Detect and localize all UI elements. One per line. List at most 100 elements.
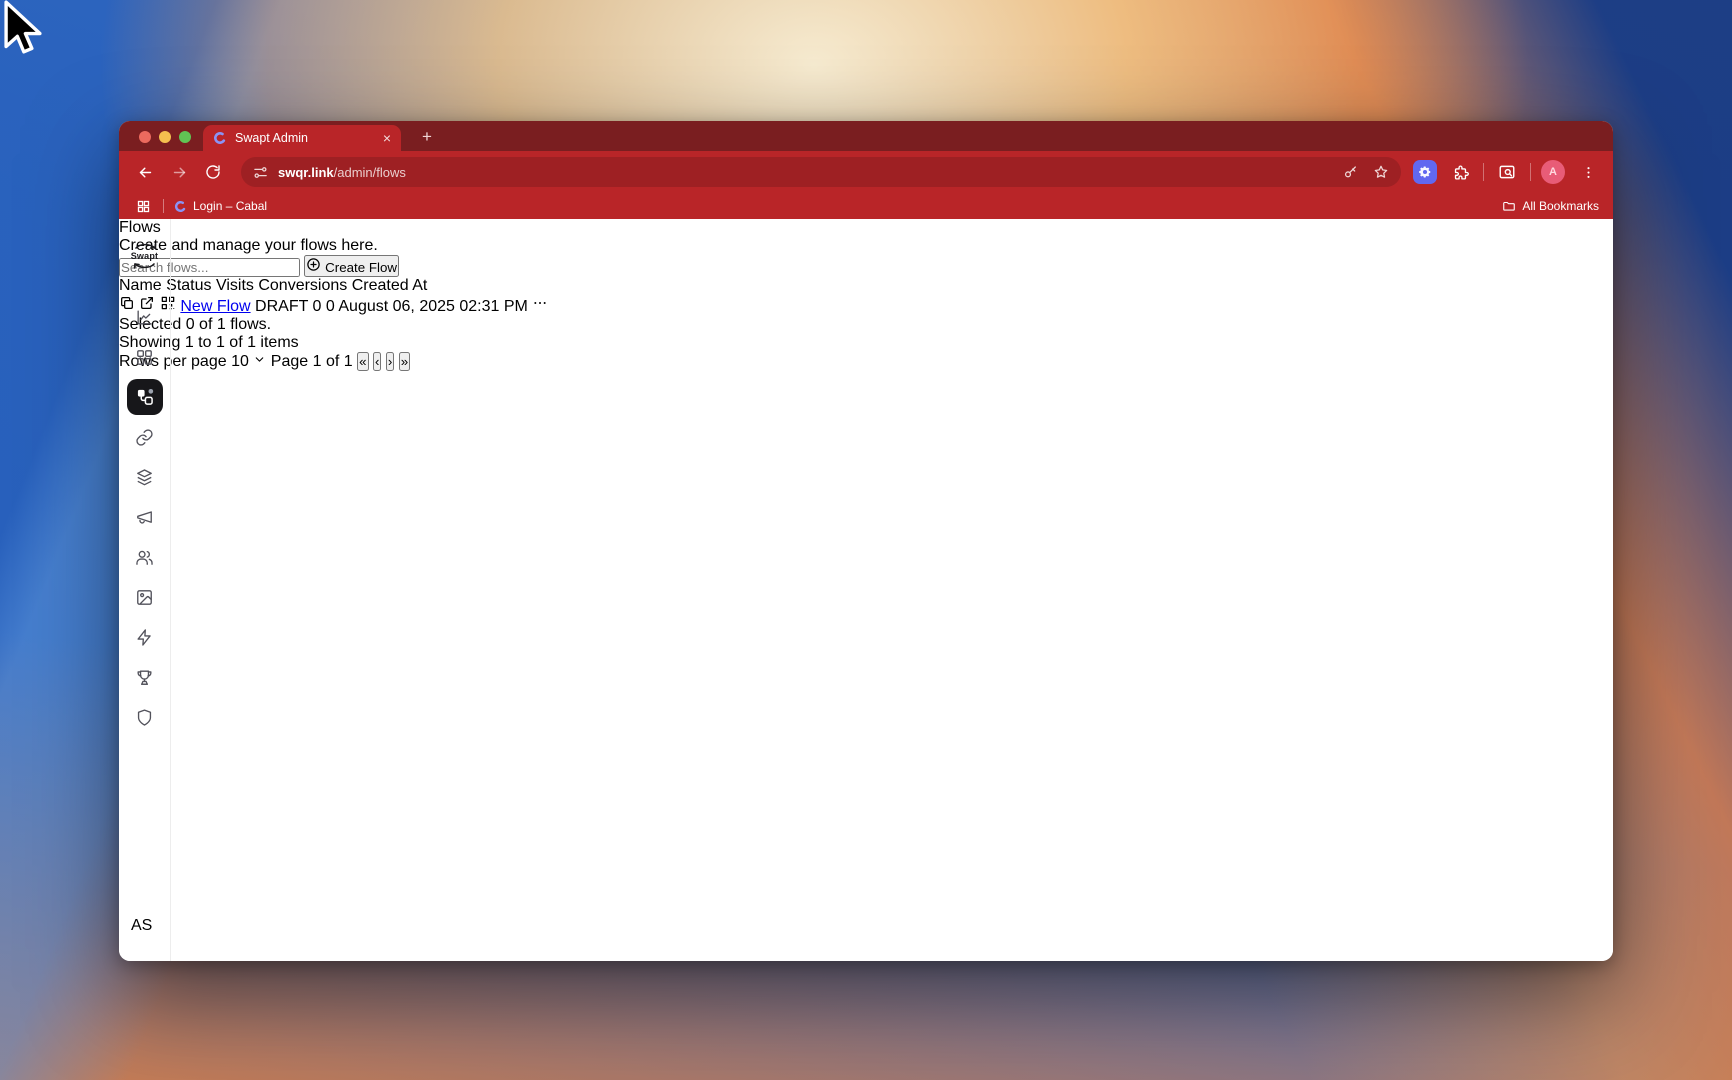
layers-icon bbox=[137, 468, 152, 485]
sidebar-item-links[interactable] bbox=[133, 425, 157, 449]
sidebar-item-rewards[interactable] bbox=[133, 665, 157, 689]
bookmarks-separator bbox=[163, 199, 164, 213]
folder-icon bbox=[1503, 201, 1516, 211]
browser-menu-icon[interactable] bbox=[1575, 159, 1601, 185]
forward-icon[interactable] bbox=[165, 158, 193, 186]
sidebar-item-campaigns[interactable] bbox=[133, 505, 157, 529]
side-panel-search-icon[interactable] bbox=[1494, 159, 1520, 185]
rows-per-page-select[interactable]: 10 bbox=[231, 353, 271, 370]
bookmark-login-cabal[interactable]: Login – Cabal bbox=[174, 199, 267, 213]
plus-circle-icon bbox=[307, 258, 321, 271]
back-icon[interactable] bbox=[131, 158, 159, 186]
create-flow-button[interactable]: Create Flow bbox=[304, 255, 400, 277]
table-footer: Selected 0 of 1 flows. Showing 1 to 1 of… bbox=[119, 316, 1613, 371]
table-header-row: Name Status Visits Conversions Created A… bbox=[119, 277, 1613, 295]
user-avatar[interactable]: AS bbox=[131, 917, 159, 945]
url-text: swqr.link/admin/flows bbox=[278, 165, 1343, 180]
url-path: /admin/flows bbox=[333, 164, 406, 180]
browser-toolbar: swqr.link/admin/flows A bbox=[119, 151, 1613, 193]
create-flow-label: Create Flow bbox=[325, 260, 398, 275]
bookmark-favicon-icon bbox=[174, 200, 187, 212]
row-actions-menu-icon[interactable] bbox=[532, 298, 548, 315]
table-row: New Flow DRAFT 0 0 August 06, 2025 02:31… bbox=[119, 295, 1613, 316]
selected-count-text: Selected 0 of 1 flows. bbox=[119, 316, 272, 333]
sidebar-item-users[interactable] bbox=[133, 545, 157, 569]
sidebar-item-security[interactable] bbox=[133, 705, 157, 729]
extensions-puzzle-icon[interactable] bbox=[1447, 159, 1473, 185]
last-page-button[interactable]: » bbox=[398, 352, 411, 371]
grid-icon bbox=[137, 349, 152, 365]
toolbar-right: A bbox=[1413, 159, 1601, 185]
sidebar-item-layers[interactable] bbox=[133, 465, 157, 489]
toolbar-separator bbox=[1530, 163, 1531, 181]
browser-profile-avatar[interactable]: A bbox=[1541, 160, 1565, 184]
tab-close-icon[interactable]: × bbox=[383, 131, 391, 145]
maximize-window-button[interactable] bbox=[179, 131, 191, 143]
minimize-window-button[interactable] bbox=[159, 131, 171, 143]
window-controls bbox=[139, 131, 191, 143]
link-icon bbox=[136, 428, 153, 446]
trophy-icon bbox=[137, 669, 152, 685]
sidebar-nav bbox=[126, 305, 163, 729]
showing-count-text: Showing 1 to 1 of 1 items bbox=[119, 334, 299, 351]
browser-window: Swapt Admin × + swqr.link/admin/flows A … bbox=[119, 121, 1613, 961]
sidebar-item-dashboard[interactable] bbox=[133, 345, 157, 369]
shield-icon bbox=[137, 708, 152, 726]
close-window-button[interactable] bbox=[139, 131, 151, 143]
col-header-visits: Visits bbox=[215, 277, 254, 294]
bookmarks-bar: Login – Cabal All Bookmarks bbox=[119, 193, 1613, 219]
rows-per-page-value: 10 bbox=[231, 353, 249, 370]
address-bar[interactable]: swqr.link/admin/flows bbox=[241, 157, 1401, 187]
logo-arcs-icon bbox=[133, 243, 156, 269]
col-header-status: Status bbox=[166, 277, 212, 294]
url-host: swqr.link bbox=[278, 164, 334, 180]
col-header-created-at: Created At bbox=[351, 277, 428, 294]
status-badge: DRAFT bbox=[255, 298, 309, 315]
app-sidebar: Swapt AS bbox=[119, 219, 171, 961]
first-page-button[interactable]: « bbox=[357, 352, 369, 371]
conversions-value: 0 bbox=[325, 298, 335, 315]
tab-strip: Swapt Admin × + bbox=[119, 121, 1613, 151]
swapt-logo[interactable]: Swapt bbox=[126, 237, 164, 275]
password-key-icon[interactable] bbox=[1343, 164, 1359, 180]
tab-title: Swapt Admin bbox=[235, 131, 308, 145]
flows-card-header: Flows Create and manage your flows here. bbox=[119, 219, 1613, 255]
chevron-down-icon bbox=[253, 353, 270, 370]
all-bookmarks-label: All Bookmarks bbox=[1522, 199, 1599, 213]
workflow-icon bbox=[137, 389, 153, 405]
sidebar-item-media[interactable] bbox=[133, 585, 157, 609]
page-subtitle: Create and manage your flows here. bbox=[119, 237, 378, 254]
flow-name-link[interactable]: New Flow bbox=[180, 298, 250, 315]
prev-page-button[interactable]: ‹ bbox=[372, 352, 382, 371]
extension-gear-icon[interactable] bbox=[1413, 160, 1437, 184]
mouse-cursor bbox=[4, 0, 42, 54]
table-actions-row: Create Flow bbox=[119, 255, 1613, 277]
new-tab-button[interactable]: + bbox=[415, 125, 439, 149]
tab-favicon-icon bbox=[214, 132, 226, 144]
line-chart-icon bbox=[137, 309, 152, 325]
apps-grid-icon[interactable] bbox=[133, 196, 153, 216]
flows-card-body: Create Flow Name Status Visits Conversio… bbox=[119, 255, 1613, 371]
pagination-controls: Rows per page 10 Page 1 of 1 « ‹ › » bbox=[119, 352, 1613, 371]
bookmark-label: Login – Cabal bbox=[193, 199, 268, 213]
sidebar-item-integrations[interactable] bbox=[133, 625, 157, 649]
flows-card: Flows Create and manage your flows here.… bbox=[119, 219, 1613, 371]
zap-icon bbox=[137, 628, 151, 646]
col-header-conversions: Conversions bbox=[258, 277, 348, 294]
users-icon bbox=[136, 550, 153, 565]
created-at-value: August 06, 2025 02:31 PM bbox=[338, 298, 528, 315]
next-page-button[interactable]: › bbox=[385, 352, 395, 371]
sidebar-item-flows[interactable] bbox=[126, 379, 163, 415]
toolbar-separator bbox=[1483, 163, 1484, 181]
reload-icon[interactable] bbox=[199, 158, 227, 186]
all-bookmarks-button[interactable]: All Bookmarks bbox=[1502, 199, 1599, 213]
main-area: Flows Create and manage your flows here.… bbox=[119, 219, 1613, 371]
megaphone-icon bbox=[137, 510, 152, 524]
site-settings-icon[interactable] bbox=[253, 165, 268, 180]
flows-table: Name Status Visits Conversions Created A… bbox=[119, 277, 1613, 316]
page-content: Swapt AS Flows Create and manage your fl… bbox=[119, 219, 1613, 961]
bookmark-star-icon[interactable] bbox=[1373, 164, 1389, 180]
sidebar-item-analytics[interactable] bbox=[133, 305, 157, 329]
browser-tab[interactable]: Swapt Admin × bbox=[203, 125, 401, 151]
page-title: Flows bbox=[119, 219, 161, 236]
